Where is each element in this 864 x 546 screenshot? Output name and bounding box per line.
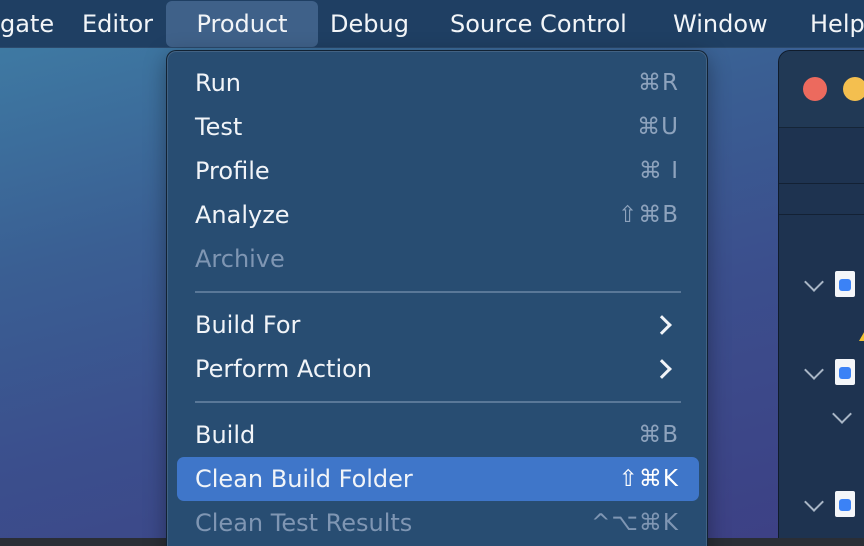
menu-item-label: Run — [195, 69, 242, 97]
window-toolbar — [779, 128, 864, 184]
menubar-item-window[interactable]: Window — [673, 0, 768, 48]
product-menu: Run ⌘R Test ⌘U Profile ⌘ I Analyze ⇧⌘B A… — [166, 50, 708, 546]
menu-item-profile[interactable]: Profile ⌘ I — [177, 149, 699, 193]
menubar-item-debug[interactable]: Debug — [330, 0, 409, 48]
menu-item-shortcut: ^⌥⌘K — [591, 510, 679, 536]
menu-item-shortcut: ⌘U — [637, 114, 679, 140]
menu-item-clean-build-folder[interactable]: Clean Build Folder ⇧⌘K — [177, 457, 699, 501]
chevron-right-icon — [652, 315, 672, 335]
chevron-right-icon — [652, 359, 672, 379]
menu-item-label: Analyze — [195, 201, 290, 229]
menu-item-shortcut: ⌘ I — [638, 158, 679, 184]
menu-item-build[interactable]: Build ⌘B — [177, 413, 699, 457]
project-file-icon — [835, 271, 855, 297]
menubar-item-source-control[interactable]: Source Control — [450, 0, 627, 48]
disclosure-chevron-icon[interactable] — [804, 492, 824, 512]
menu-item-shortcut: ⌘R — [638, 70, 679, 96]
menu-item-test[interactable]: Test ⌘U — [177, 105, 699, 149]
menu-item-label: Test — [195, 113, 243, 141]
menu-item-perform-action[interactable]: Perform Action — [177, 347, 699, 391]
warning-icon — [859, 327, 864, 341]
menubar-item-navigate[interactable]: gate — [0, 0, 54, 48]
menu-item-label: Clean Build Folder — [195, 465, 413, 493]
background-window[interactable] — [778, 50, 864, 546]
menu-item-analyze[interactable]: Analyze ⇧⌘B — [177, 193, 699, 237]
menu-item-label: Build — [195, 421, 256, 449]
project-file-icon — [835, 359, 855, 385]
menubar-item-help[interactable]: Help — [810, 0, 864, 48]
menu-separator — [195, 291, 681, 293]
menu-separator — [195, 401, 681, 403]
menu-item-label: Perform Action — [195, 355, 372, 383]
menu-item-shortcut: ⇧⌘B — [617, 202, 679, 228]
disclosure-chevron-icon[interactable] — [804, 360, 824, 380]
disclosure-chevron-icon[interactable] — [804, 272, 824, 292]
menu-item-build-for[interactable]: Build For — [177, 303, 699, 347]
menu-item-label: Archive — [195, 245, 285, 273]
close-window-button[interactable] — [803, 77, 827, 101]
menubar-item-editor[interactable]: Editor — [82, 0, 153, 48]
minimize-window-button[interactable] — [843, 77, 864, 101]
menu-item-archive: Archive — [177, 237, 699, 281]
menu-item-shortcut: ⌘B — [638, 422, 679, 448]
menu-bar: gate Editor Product Debug Source Control… — [0, 0, 864, 48]
menu-item-label: Clean Test Results — [195, 509, 413, 537]
window-titlebar — [779, 51, 864, 128]
menu-item-shortcut: ⇧⌘K — [618, 466, 679, 492]
menu-item-run[interactable]: Run ⌘R — [177, 61, 699, 105]
menu-item-clean-test-results: Clean Test Results ^⌥⌘K — [177, 501, 699, 545]
menu-item-label: Build For — [195, 311, 301, 339]
menubar-item-product[interactable]: Product — [166, 1, 318, 47]
navigator-filter-bar — [779, 184, 864, 215]
project-file-icon — [835, 491, 855, 517]
disclosure-chevron-icon[interactable] — [832, 404, 852, 424]
menu-item-label: Profile — [195, 157, 270, 185]
